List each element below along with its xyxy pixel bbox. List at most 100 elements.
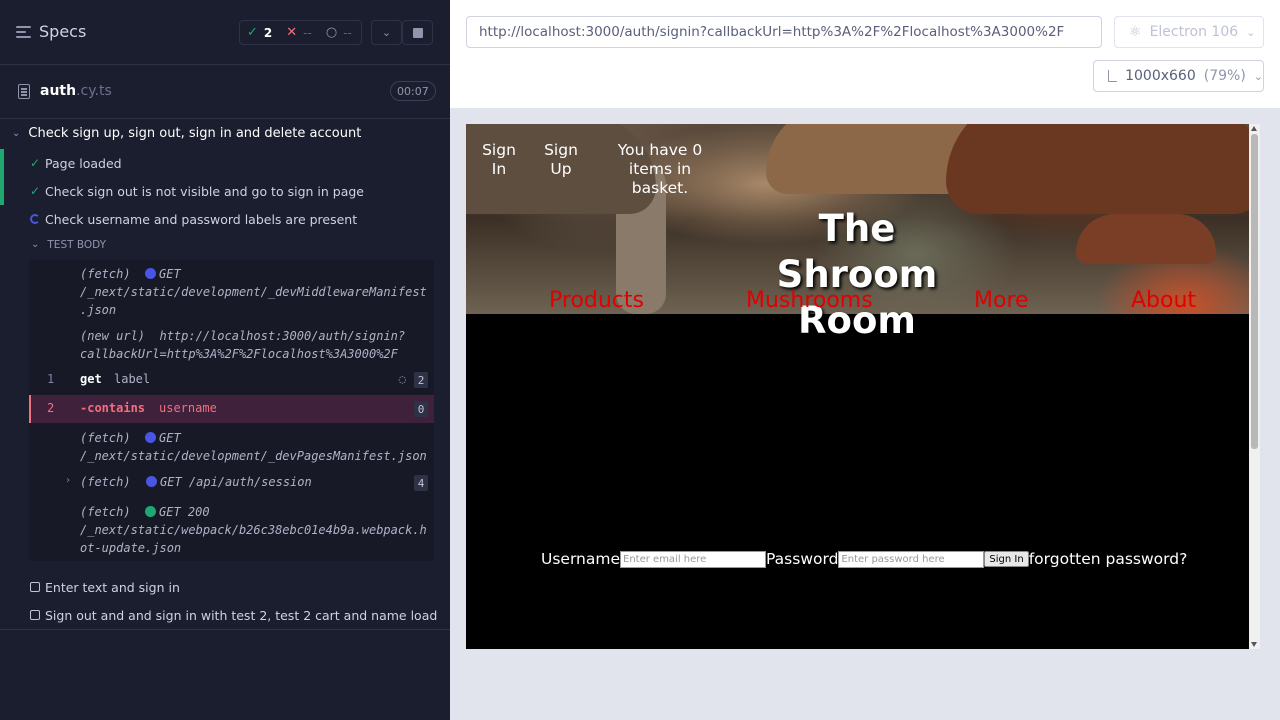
command-arg: username bbox=[159, 401, 217, 415]
specs-label: Specs bbox=[39, 22, 87, 41]
browser-selector[interactable]: ⚛ Electron 106 ⌄ bbox=[1114, 16, 1264, 48]
command-number: 2 bbox=[47, 401, 55, 415]
spec-file-basename: auth bbox=[40, 83, 77, 99]
passed-bar bbox=[0, 149, 4, 177]
spinner-icon bbox=[29, 212, 41, 227]
hero-banner-image: Sign In Sign Up You have 0 items in bask… bbox=[466, 124, 1260, 342]
scrollbar-thumb[interactable] bbox=[1251, 134, 1258, 449]
request-dot-icon bbox=[145, 506, 157, 517]
command-name: get bbox=[80, 372, 102, 386]
username-label: Username bbox=[541, 550, 621, 568]
failed-stat: ✕ -- bbox=[279, 25, 319, 40]
aut-url-bar[interactable]: http://localhost:3000/auth/signin?callba… bbox=[466, 16, 1102, 48]
pending-stat: ○ -- bbox=[319, 25, 359, 40]
sign-in-button[interactable]: Sign In bbox=[984, 551, 1029, 567]
nav-products-link[interactable]: Products bbox=[549, 288, 644, 313]
pending-icon: ○ bbox=[325, 25, 338, 40]
test-stats: ✓ 2 ✕ -- ○ -- bbox=[239, 20, 362, 45]
checkbox-icon bbox=[29, 608, 41, 623]
passed-stat: ✓ 2 bbox=[240, 25, 279, 40]
command-method: GET bbox=[159, 431, 181, 445]
scroll-up-icon bbox=[1251, 126, 1257, 131]
nav-mushrooms-link[interactable]: Mushrooms bbox=[746, 288, 873, 313]
command-url-cont: callbackUrl=http%3A%2F%2Flocalhost%3A300… bbox=[80, 347, 398, 361]
aut-header: http://localhost:3000/auth/signin?callba… bbox=[450, 0, 1280, 108]
request-dot-icon bbox=[146, 476, 157, 487]
pending-count: -- bbox=[343, 25, 352, 40]
viewport-size: 1000x660 bbox=[1125, 68, 1196, 84]
test-label: Enter text and sign in bbox=[45, 579, 180, 595]
command-get[interactable]: 1 get label ◌ 2 bbox=[29, 368, 434, 392]
electron-icon: ⚛ bbox=[1129, 24, 1142, 40]
password-input[interactable] bbox=[838, 550, 985, 568]
spec-duration: 00:07 bbox=[390, 81, 436, 101]
command-name: -contains bbox=[80, 401, 146, 415]
stop-button[interactable] bbox=[402, 20, 433, 45]
command-arg: label bbox=[114, 372, 151, 386]
site-title: The Shroom Room bbox=[776, 207, 938, 342]
basket-status[interactable]: You have 0 items in basket. bbox=[616, 141, 704, 198]
test-body-label: TEST BODY bbox=[47, 239, 107, 251]
command-kind: (new url) bbox=[80, 329, 146, 343]
chevron-down-icon: ⌄ bbox=[12, 128, 21, 139]
test-label: Check username and password labels are p… bbox=[45, 211, 358, 227]
check-icon: ✓ bbox=[247, 25, 258, 40]
passed-bar bbox=[0, 177, 4, 205]
username-input[interactable] bbox=[620, 550, 767, 568]
scrollbar[interactable] bbox=[1249, 124, 1260, 649]
nav-more-link[interactable]: More bbox=[974, 288, 1029, 313]
viewport-info[interactable]: 1000x660 (79%) ⌄ bbox=[1093, 60, 1264, 92]
command-fetch[interactable]: (fetch) GET /_next/static/development/_d… bbox=[80, 429, 432, 465]
element-count: 0 bbox=[414, 401, 428, 417]
specs-list-icon bbox=[16, 25, 31, 38]
command-path-cont: .json bbox=[80, 303, 117, 317]
check-icon: ✓ bbox=[29, 184, 41, 198]
eye-slash-icon: ◌ bbox=[398, 372, 406, 386]
command-list: (fetch) GET /_next/static/development/_d… bbox=[29, 260, 434, 561]
suite-title-text: Check sign up, sign out, sign in and del… bbox=[28, 126, 362, 141]
command-kind: (fetch) bbox=[80, 431, 131, 445]
check-icon: ✓ bbox=[29, 156, 41, 170]
reporter-header: Specs ✓ 2 ✕ -- ○ -- ⌄ bbox=[0, 0, 450, 65]
command-kind: (fetch) bbox=[80, 475, 131, 489]
suite-title[interactable]: ⌄ Check sign up, sign out, sign in and d… bbox=[12, 126, 361, 141]
element-count: 2 bbox=[414, 372, 428, 388]
collapse-button[interactable]: ⌄ bbox=[371, 20, 402, 45]
test-item[interactable]: ✓ Page loaded bbox=[0, 149, 450, 177]
scroll-down-icon bbox=[1251, 642, 1257, 647]
test-item[interactable]: Enter text and sign in bbox=[0, 573, 450, 601]
spec-file-header: auth.cy.ts 00:07 bbox=[0, 66, 450, 119]
x-icon: ✕ bbox=[286, 25, 298, 40]
forgot-password-link[interactable]: forgotten password? bbox=[1029, 550, 1188, 568]
chevron-right-icon: › bbox=[65, 475, 72, 486]
test-body-header[interactable]: ⌄ TEST BODY bbox=[31, 239, 106, 251]
specs-button[interactable]: Specs bbox=[16, 22, 86, 41]
test-item-running[interactable]: Check username and password labels are p… bbox=[0, 205, 450, 233]
command-fetch-session[interactable]: › (fetch) GET /api/auth/session 4 bbox=[29, 473, 434, 493]
mushroom-cap-shape bbox=[1076, 214, 1216, 264]
chevron-down-icon: ⌄ bbox=[1246, 25, 1256, 39]
nav-sign-up-link[interactable]: Sign Up bbox=[542, 141, 580, 179]
spec-file-name[interactable]: auth.cy.ts bbox=[40, 83, 112, 99]
checkbox-icon bbox=[29, 580, 41, 595]
nav-sign-in-link[interactable]: Sign In bbox=[480, 141, 518, 179]
request-count: 4 bbox=[414, 475, 428, 491]
command-fetch[interactable]: (fetch) GET 200 /_next/static/webpack/b2… bbox=[80, 503, 432, 557]
test-label: Check sign out is not visible and go to … bbox=[45, 183, 364, 199]
command-method: GET bbox=[159, 267, 181, 281]
cypress-reporter: Specs ✓ 2 ✕ -- ○ -- ⌄ auth.cy.ts 00:07 ⌄… bbox=[0, 0, 450, 720]
aut-iframe: Sign In Sign Up You have 0 items in bask… bbox=[466, 124, 1260, 649]
command-method: GET 200 bbox=[159, 505, 210, 519]
login-form: Username Password Sign In forgotten pass… bbox=[541, 550, 1187, 568]
command-path-cont: ot-update.json bbox=[80, 541, 182, 555]
aut-panel: http://localhost:3000/auth/signin?callba… bbox=[450, 0, 1280, 720]
test-item[interactable]: Sign out and and sign in with test 2, te… bbox=[0, 601, 450, 629]
command-contains-failed[interactable]: 2 -contains username 0 bbox=[29, 395, 434, 423]
command-fetch[interactable]: (fetch) GET /_next/static/development/_d… bbox=[80, 265, 430, 319]
command-number: 1 bbox=[47, 372, 55, 386]
nav-about-link[interactable]: About bbox=[1131, 288, 1196, 313]
divider bbox=[0, 629, 450, 630]
command-new-url[interactable]: (new url) http://localhost:3000/auth/sig… bbox=[80, 327, 430, 363]
test-item[interactable]: ✓ Check sign out is not visible and go t… bbox=[0, 177, 450, 205]
command-path: /_next/static/development/_devMiddleware… bbox=[80, 285, 427, 299]
